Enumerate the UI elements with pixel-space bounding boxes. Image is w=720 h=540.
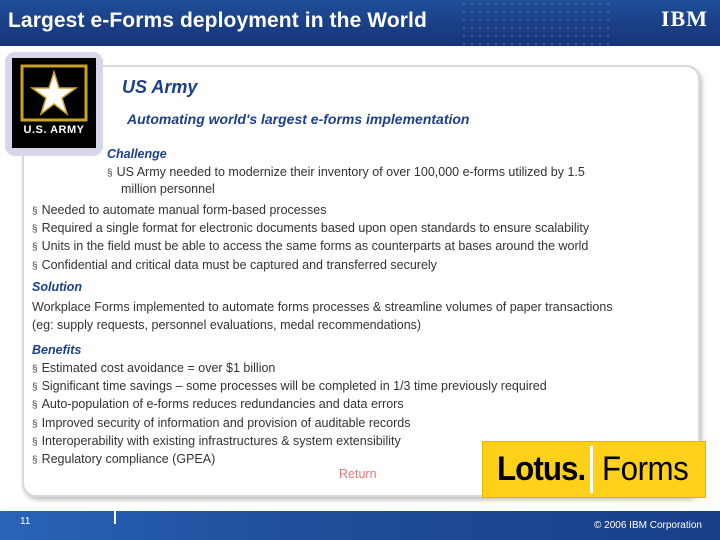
ibm-logo: IBM (661, 6, 708, 31)
benefits-label: Benefits (32, 343, 82, 357)
bullet-icon: § (32, 455, 38, 467)
challenge-bullet-list: § Needed to automate manual form-based pr… (32, 202, 589, 275)
header-dot-pattern (460, 0, 610, 46)
lotus-forms-logo: Lotus. Forms (482, 441, 706, 498)
footer-divider-mark (114, 510, 116, 524)
bullet-icon: § (32, 206, 38, 217)
challenge-first-bullet-cont: million personnel (121, 182, 215, 196)
copyright-text: © 2006 IBM Corporation (594, 520, 702, 531)
slide-header: Largest e-Forms deployment in the World … (0, 0, 720, 46)
subtitle: Automating world's largest e-forms imple… (127, 111, 470, 127)
benefits-bullet-list: § Estimated cost avoidance = over $1 bill… (32, 360, 547, 469)
bullet-icon: § (32, 418, 38, 430)
bullet-icon: § (32, 382, 38, 394)
list-item: § Interoperability with existing infrastr… (32, 433, 401, 448)
forms-wordmark: Forms (602, 450, 689, 488)
list-item: § Units in the field must be able to acce… (32, 239, 589, 254)
army-logo-text: U.S. ARMY (23, 124, 85, 136)
solution-line-2: (eg: supply requests, personnel evaluati… (32, 318, 422, 332)
bullet-icon: § (32, 260, 38, 272)
bullet-icon: § (32, 224, 38, 236)
list-item: § Estimated cost avoidance = over $1 bill… (32, 361, 276, 375)
challenge-first-bullet-text: US Army needed to modernize their invent… (116, 165, 585, 179)
list-item: § Improved security of information and pr… (32, 415, 411, 430)
bullet-icon: § (32, 364, 38, 375)
bullet-icon: § (32, 400, 38, 412)
bullet-icon: § (107, 168, 113, 179)
bullet-icon: § (32, 436, 38, 448)
lotus-wordmark: Lotus. (497, 450, 586, 488)
solution-line-1: Workplace Forms implemented to automate … (32, 300, 613, 314)
list-item: § Regulatory compliance (GPEA) (32, 452, 216, 467)
list-item: § Required a single format for electronic… (32, 221, 590, 236)
bullet-icon: § (32, 242, 38, 254)
us-army-logo: U.S. ARMY (12, 58, 96, 148)
challenge-first-bullet: § US Army needed to modernize their inven… (107, 164, 585, 182)
return-link[interactable]: Return (339, 467, 377, 481)
solution-label: Solution (32, 280, 82, 294)
org-name: US Army (122, 77, 198, 97)
list-item: § Confidential and critical data must be … (32, 257, 437, 272)
list-item: § Needed to automate manual form-based pr… (32, 203, 327, 217)
page-number: 11 (20, 516, 31, 527)
list-item: § Significant time savings – some process… (32, 379, 547, 394)
slide-title: Largest e-Forms deployment in the World (8, 9, 427, 32)
challenge-label: Challenge (107, 147, 167, 161)
logo-divider (590, 446, 593, 493)
list-item: § Auto-population of e-forms reduces redu… (32, 397, 404, 412)
